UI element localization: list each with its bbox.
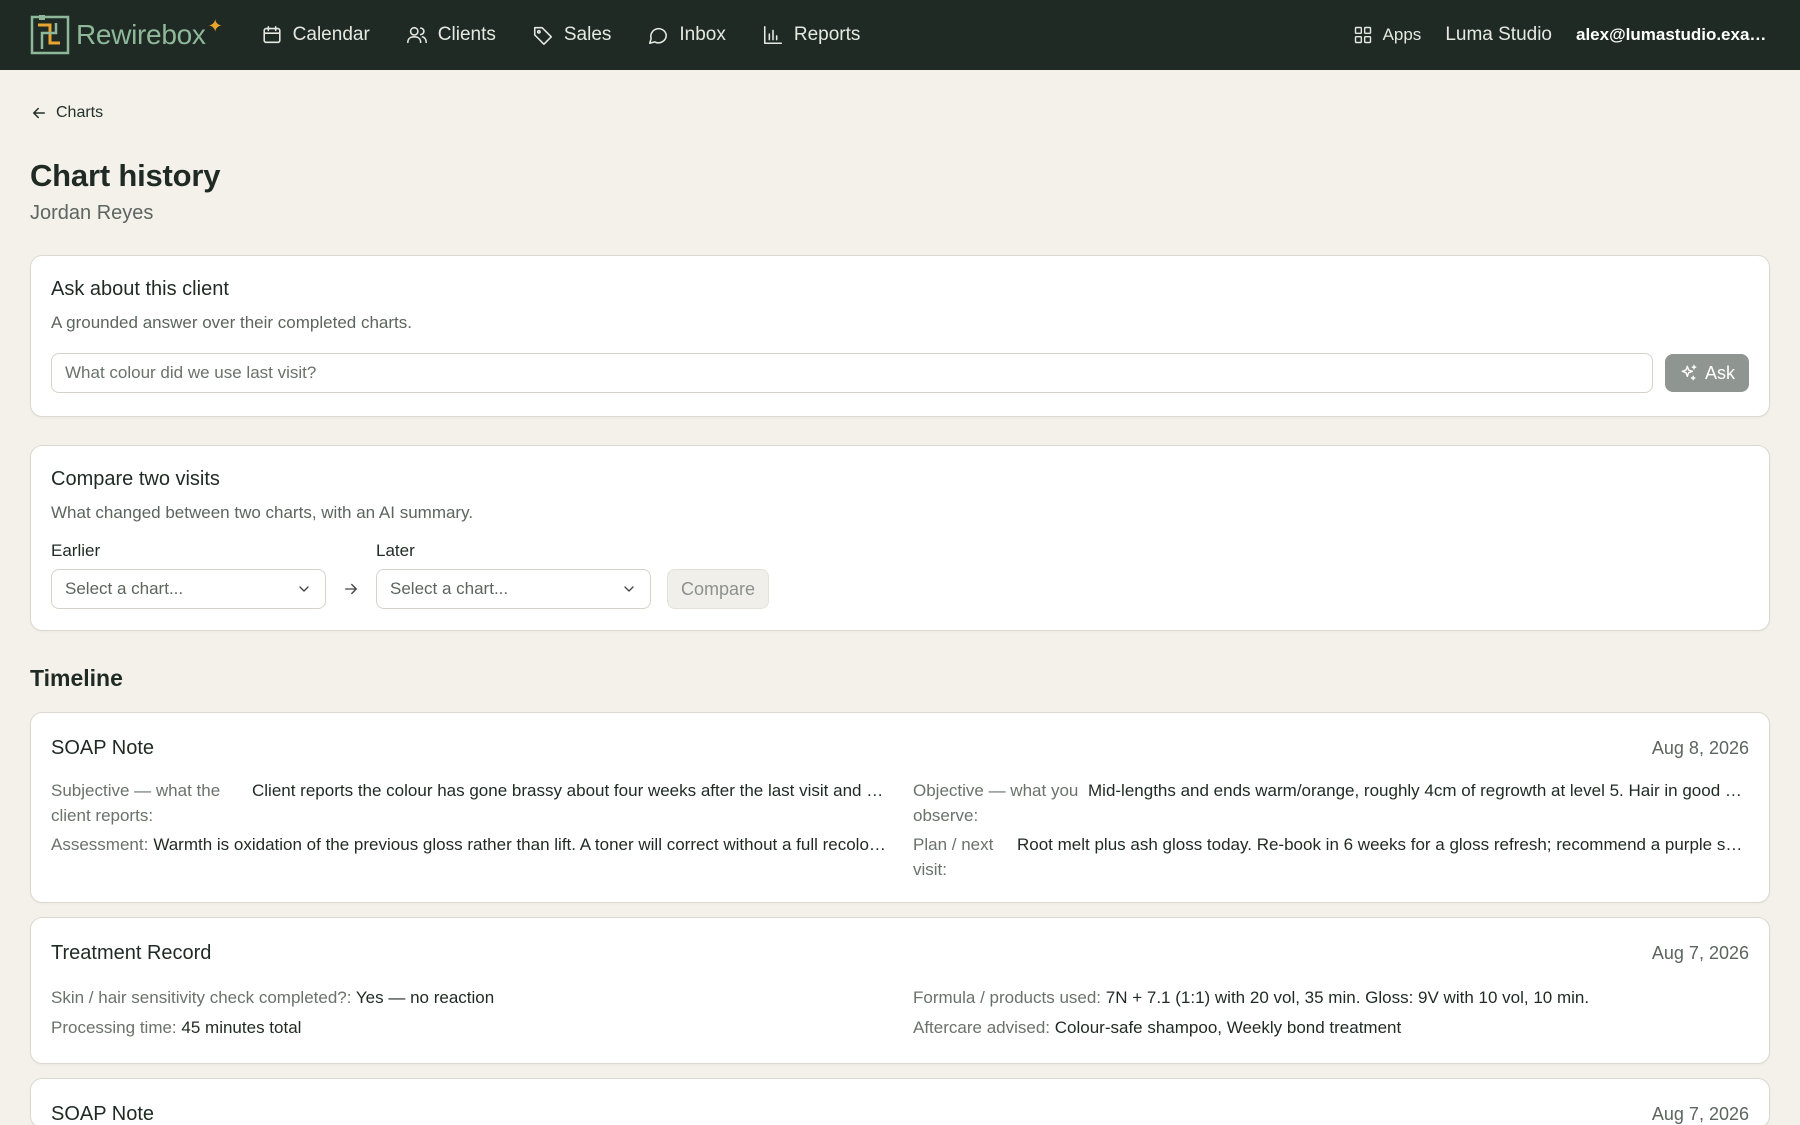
entry-header: Treatment Record Aug 7, 2026 <box>51 942 1749 965</box>
plan-field: Plan / next visit: Root melt plus ash gl… <box>913 832 1749 882</box>
field-label: Skin / hair sensitivity check completed?… <box>51 988 352 1007</box>
entry-fields: Subjective — what the client reports: Cl… <box>51 778 1749 882</box>
field-label: Plan / next visit: <box>913 835 994 879</box>
timeline-entry[interactable]: SOAP Note Aug 8, 2026 Subjective — what … <box>30 712 1770 903</box>
field-value: Client reports the colour has gone brass… <box>252 781 887 800</box>
field-label: Objective — what you observe: <box>913 781 1079 825</box>
tag-icon <box>533 26 552 45</box>
nav-label: Calendar <box>292 24 370 45</box>
entry-date: Aug 8, 2026 <box>1651 738 1749 758</box>
field-label: Subjective — what the client reports: <box>51 781 221 825</box>
objective-field: Objective — what you observe: Mid-length… <box>913 778 1749 828</box>
brand-logo[interactable]: Rewirebox ✦ <box>30 13 223 57</box>
compare-row: Earlier Select a chart... Later Select a… <box>51 541 1749 609</box>
aftercare-field: Aftercare advised: Colour-safe shampoo, … <box>913 1013 1749 1043</box>
earlier-field: Earlier Select a chart... <box>51 541 326 609</box>
compare-visits-card: Compare two visits What changed between … <box>30 445 1770 631</box>
nav-label: Clients <box>437 24 496 45</box>
nav-item-reports[interactable]: Reports <box>762 24 861 46</box>
entry-type: SOAP Note <box>51 737 155 759</box>
entry-fields: Skin / hair sensitivity check completed?… <box>51 983 1749 1043</box>
nav-item-calendar[interactable]: Calendar <box>261 24 370 46</box>
nav-label: Inbox <box>679 24 726 45</box>
chat-icon <box>649 27 668 45</box>
nav-label: Reports <box>793 24 861 45</box>
later-field: Later Select a chart... <box>376 541 651 609</box>
main-nav: Calendar Clients Sales Inbox Reports <box>261 24 897 46</box>
ask-card-description: A grounded answer over their completed c… <box>51 313 412 332</box>
timeline-entry[interactable]: SOAP Note Aug 7, 2026 <box>30 1078 1770 1125</box>
top-right-controls: Apps Luma Studio alex@lumastudio.example… <box>1353 24 1770 46</box>
field-label: Formula / products used: <box>913 988 1102 1007</box>
chevron-down-icon <box>624 586 634 592</box>
field-value: 7N + 7.1 (1:1) with 20 vol, 35 min. Glos… <box>1105 988 1590 1007</box>
sparkles-icon <box>1681 364 1697 381</box>
assessment-field: Assessment: Warmth is oxidation of the p… <box>51 832 887 882</box>
studio-switcher[interactable]: Luma Studio <box>1445 24 1552 46</box>
compare-card-title: Compare two visits <box>51 468 220 490</box>
ask-card-title: Ask about this client <box>51 278 229 300</box>
entry-type: Treatment Record <box>51 942 212 964</box>
field-label: Assessment: <box>51 835 149 854</box>
rewirebox-logo-icon <box>30 15 70 55</box>
calendar-icon <box>263 25 281 44</box>
client-name: Jordan Reyes <box>30 202 154 224</box>
sparkle-icon: ✦ <box>207 15 223 36</box>
earlier-label: Earlier <box>51 541 101 560</box>
processing-field: Processing time: 45 minutes total <box>51 1013 887 1043</box>
ask-client-card: Ask about this client A grounded answer … <box>30 255 1770 417</box>
ask-button-label: Ask <box>1704 362 1735 383</box>
entry-date: Aug 7, 2026 <box>1651 1104 1749 1124</box>
nav-item-sales[interactable]: Sales <box>532 24 612 46</box>
compare-card-description: What changed between two charts, with an… <box>51 503 474 522</box>
nav-item-inbox[interactable]: Inbox <box>647 24 726 46</box>
field-label: Aftercare advised: <box>913 1018 1051 1037</box>
arrow-left-icon <box>33 107 45 119</box>
account-email[interactable]: alex@lumastudio.example.com <box>1576 25 1770 45</box>
later-label: Later <box>376 541 415 560</box>
apps-button[interactable]: Apps <box>1353 25 1422 45</box>
ask-button[interactable]: Ask <box>1665 354 1749 392</box>
ask-row: Ask <box>51 353 1749 393</box>
main-content: Charts Chart history Jordan Reyes Ask ab… <box>0 104 1800 1125</box>
page-title: Chart history <box>30 158 221 193</box>
entry-header: SOAP Note Aug 7, 2026 <box>51 1103 1749 1125</box>
timeline-entry[interactable]: Treatment Record Aug 7, 2026 Skin / hair… <box>30 917 1770 1064</box>
subjective-field: Subjective — what the client reports: Cl… <box>51 778 887 828</box>
earlier-select-value: Select a chart... <box>65 579 184 598</box>
users-icon <box>406 26 427 44</box>
entry-type: SOAP Note <box>51 1103 155 1125</box>
later-select-value: Select a chart... <box>390 579 509 598</box>
compare-button[interactable]: Compare <box>667 569 770 609</box>
breadcrumb-label: Charts <box>56 104 104 121</box>
field-value: 45 minutes total <box>181 1018 302 1037</box>
entry-header: SOAP Note Aug 8, 2026 <box>51 737 1749 760</box>
field-value: Yes — no reaction <box>355 988 495 1007</box>
ask-question-input[interactable] <box>51 353 1653 393</box>
bar-chart-icon <box>763 25 782 45</box>
timeline-heading: Timeline <box>30 665 123 691</box>
entry-date: Aug 7, 2026 <box>1651 943 1749 963</box>
sensitivity-field: Skin / hair sensitivity check completed?… <box>51 983 887 1013</box>
formula-field: Formula / products used: 7N + 7.1 (1:1) … <box>913 983 1749 1013</box>
nav-item-clients[interactable]: Clients <box>406 24 496 46</box>
later-chart-select[interactable]: Select a chart... <box>376 569 651 609</box>
arrow-right-icon <box>326 569 376 609</box>
apps-label: Apps <box>1382 25 1422 44</box>
earlier-chart-select[interactable]: Select a chart... <box>51 569 326 609</box>
nav-label: Sales <box>563 24 612 45</box>
chevron-down-icon <box>299 586 309 592</box>
field-value: Warmth is oxidation of the previous glos… <box>153 835 887 854</box>
back-to-charts-link[interactable]: Charts <box>30 104 103 122</box>
brand-name: Rewirebox <box>76 19 206 50</box>
grid-icon <box>1354 26 1371 44</box>
field-value: Colour-safe shampoo, Weekly bond treatme… <box>1054 1018 1402 1037</box>
field-value: Root melt plus ash gloss today. Re-book … <box>1017 835 1749 854</box>
top-nav-bar: Rewirebox ✦ Calendar Clients Sales Inbox… <box>0 0 1800 70</box>
field-label: Processing time: <box>51 1018 177 1037</box>
field-value: Mid-lengths and ends warm/orange, roughl… <box>1088 781 1749 800</box>
